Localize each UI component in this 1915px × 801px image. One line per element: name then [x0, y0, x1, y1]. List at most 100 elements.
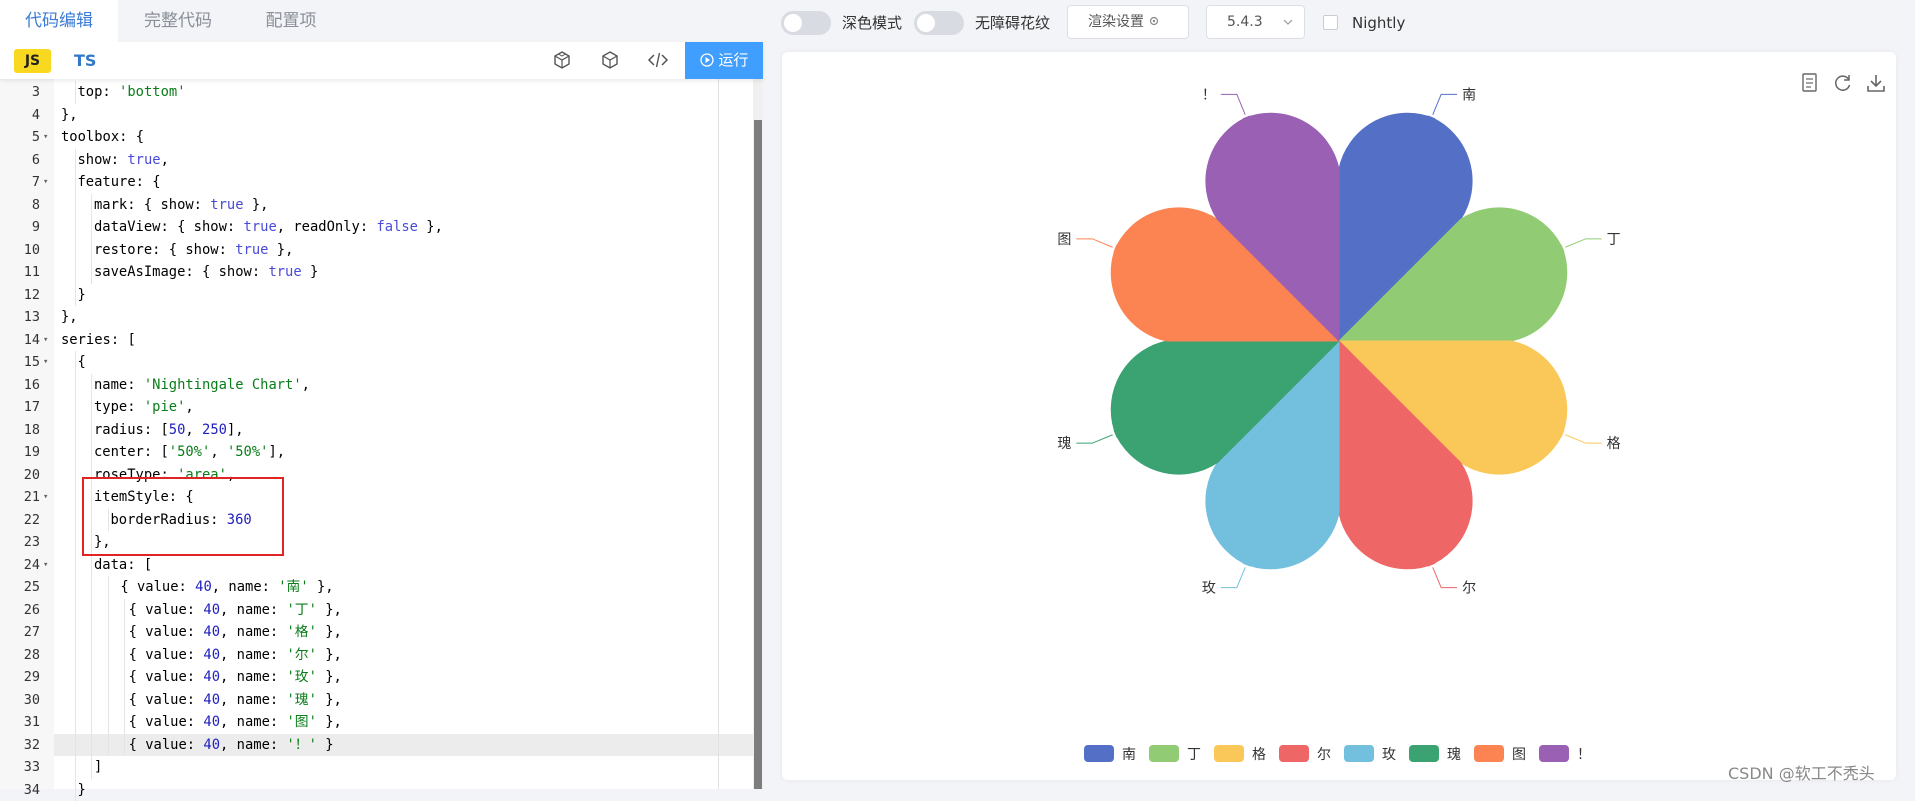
code-line[interactable]: center: ['50%', '50%'],	[94, 441, 285, 464]
code-line[interactable]: saveAsImage: { show: true }	[94, 261, 318, 284]
code-line[interactable]: { value: 40, name: '！' }	[129, 734, 334, 757]
code-line[interactable]: mark: { show: true },	[94, 194, 268, 217]
indent-guide	[124, 666, 125, 689]
watermark: CSDN @软工不秃头	[1728, 760, 1875, 784]
code-line[interactable]: feature: {	[78, 171, 161, 194]
tab-full-code[interactable]: 完整代码	[118, 0, 238, 42]
code-icon[interactable]	[647, 50, 669, 72]
code-line[interactable]: data: [	[94, 554, 152, 577]
run-button[interactable]: 运行	[685, 42, 763, 79]
version-select[interactable]: 5.4.3	[1206, 5, 1305, 39]
codesandbox-icon[interactable]	[551, 50, 573, 72]
fold-toggle-icon[interactable]: ▾	[43, 126, 51, 149]
legend-label[interactable]: 图	[1512, 747, 1526, 763]
code-line[interactable]: toolbox: {	[61, 126, 144, 149]
legend-label[interactable]: 瑰	[1447, 747, 1461, 763]
tab-config[interactable]: 配置项	[238, 0, 344, 42]
line-number: 28	[0, 644, 40, 667]
code-line[interactable]: { value: 40, name: '丁' },	[129, 599, 342, 622]
code-line[interactable]: dataView: { show: true, readOnly: false …	[94, 216, 443, 239]
legend-swatch[interactable]	[1344, 745, 1374, 762]
version-value: 5.4.3	[1227, 14, 1263, 30]
line-number: 18	[0, 419, 40, 442]
indent-guide	[75, 149, 76, 172]
code-line[interactable]: type: 'pie',	[94, 396, 194, 419]
cube-icon[interactable]	[599, 50, 621, 72]
indent-guide	[75, 509, 76, 532]
legend-label[interactable]: 格	[1252, 747, 1266, 763]
code-line[interactable]: series: [	[61, 329, 136, 352]
code-line[interactable]: restore: { show: true },	[94, 239, 293, 262]
code-line[interactable]: show: true,	[78, 149, 169, 172]
indent-guide	[75, 711, 76, 734]
data-view-icon[interactable]	[1803, 74, 1816, 91]
code-line[interactable]: { value: 40, name: '尔' },	[129, 644, 342, 667]
js-button[interactable]: JS	[14, 49, 51, 73]
legend-label[interactable]: 南	[1122, 747, 1136, 763]
code-line[interactable]: radius: [50, 250],	[94, 419, 244, 442]
indent-guide	[124, 689, 125, 712]
accessible-pattern-toggle[interactable]	[914, 11, 964, 35]
legend-label[interactable]: ！	[1577, 747, 1591, 763]
code-line[interactable]: {	[78, 351, 86, 374]
code-line[interactable]: ]	[94, 756, 102, 779]
slice-label: ！	[1202, 87, 1216, 103]
code-line[interactable]: name: 'Nightingale Chart',	[94, 374, 310, 397]
code-line[interactable]: },	[61, 306, 78, 329]
legend-label[interactable]: 尔	[1317, 747, 1331, 763]
code-line[interactable]: { value: 40, name: '瑰' },	[129, 689, 342, 712]
code-line[interactable]: },	[61, 104, 78, 127]
legend-swatch[interactable]	[1474, 745, 1504, 762]
line-number: 29	[0, 666, 40, 689]
code-line[interactable]: { value: 40, name: '玫' },	[129, 666, 342, 689]
slice-label: 丁	[1607, 232, 1621, 248]
tab-code-edit[interactable]: 代码编辑	[0, 0, 118, 42]
restore-icon[interactable]	[1836, 75, 1850, 90]
indent-guide	[75, 351, 76, 374]
fold-toggle-icon[interactable]: ▾	[43, 554, 51, 577]
save-as-image-icon[interactable]	[1868, 75, 1884, 91]
code-area[interactable]: 345▾67▾891011121314▾15▾161718192021▾2223…	[0, 79, 755, 789]
code-line[interactable]: }	[78, 284, 86, 307]
indent-guide	[75, 644, 76, 667]
dark-mode-toggle[interactable]	[781, 11, 831, 35]
indent-guide	[75, 756, 76, 779]
ts-button[interactable]: TS	[74, 49, 96, 73]
fold-toggle-icon[interactable]: ▾	[43, 486, 51, 509]
legend-swatch[interactable]	[1279, 745, 1309, 762]
code-line[interactable]: { value: 40, name: '图' },	[129, 711, 342, 734]
line-number: 31	[0, 711, 40, 734]
render-settings-button[interactable]: 渲染设置	[1067, 5, 1189, 39]
print-margin	[718, 79, 719, 789]
fold-toggle-icon[interactable]: ▾	[43, 171, 51, 194]
label-guide-line	[1565, 435, 1601, 443]
line-number: 33	[0, 756, 40, 779]
run-label: 运行	[718, 51, 748, 69]
label-guide-line	[1076, 435, 1112, 443]
fold-toggle-icon[interactable]: ▾	[43, 329, 51, 352]
indent-guide	[91, 689, 92, 712]
indent-guide	[75, 374, 76, 397]
fold-toggle-icon[interactable]: ▾	[43, 351, 51, 374]
legend-swatch[interactable]	[1409, 745, 1439, 762]
indent-guide	[91, 599, 92, 622]
label-guide-line	[1221, 94, 1245, 114]
editor-tabs: 代码编辑 完整代码 配置项	[0, 0, 763, 42]
code-line[interactable]: }	[78, 779, 86, 801]
nightly-checkbox[interactable]	[1323, 15, 1338, 30]
legend-swatch[interactable]	[1149, 745, 1179, 762]
legend-label[interactable]: 丁	[1187, 747, 1201, 763]
legend-label[interactable]: 玫	[1382, 747, 1396, 763]
code-line[interactable]: { value: 40, name: '南' },	[120, 576, 333, 599]
line-number: 6	[0, 149, 40, 172]
legend-swatch[interactable]	[1084, 745, 1114, 762]
legend-swatch[interactable]	[1214, 745, 1244, 762]
label-guide-line	[1565, 239, 1601, 247]
code-line[interactable]: top: 'bottom'	[78, 81, 186, 104]
code-line[interactable]: { value: 40, name: '格' },	[129, 621, 342, 644]
gear-icon	[1148, 15, 1160, 27]
indent-guide	[75, 734, 76, 757]
legend-swatch[interactable]	[1539, 745, 1569, 762]
render-settings-label: 渲染设置	[1088, 14, 1144, 30]
scrollbar-thumb[interactable]	[754, 120, 762, 789]
